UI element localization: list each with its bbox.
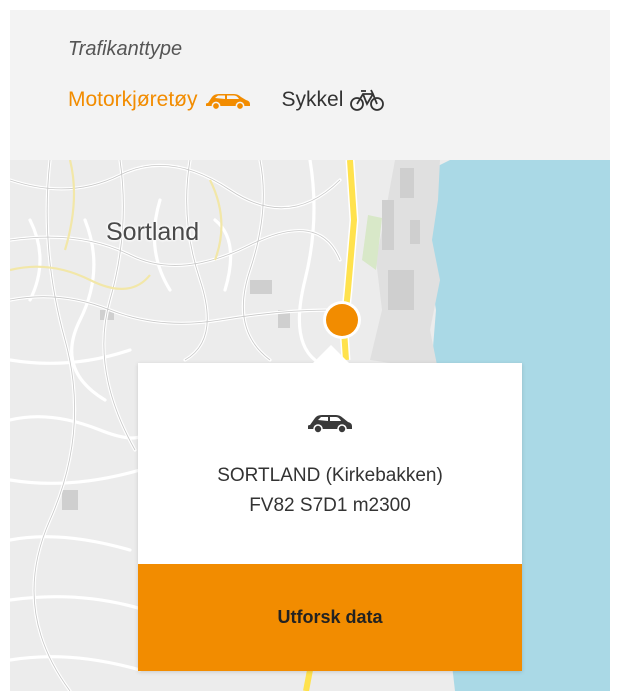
option-bicycle[interactable]: Sykkel xyxy=(282,88,386,112)
popup-pointer xyxy=(313,345,349,363)
traffic-type-options: Motorkjøretøy Sykkel xyxy=(68,88,385,112)
car-icon xyxy=(204,89,252,111)
option-label: Sykkel xyxy=(281,88,344,111)
place-label: Sortland xyxy=(106,218,200,246)
option-label: Motorkjøretøy xyxy=(68,88,198,111)
bicycle-icon xyxy=(349,88,385,112)
station-name: SORTLAND (Kirkebakken) xyxy=(217,465,443,486)
filter-label: Trafikanttype xyxy=(68,38,183,60)
station-marker[interactable] xyxy=(326,304,358,336)
station-popup: SORTLAND (Kirkebakken) FV82 S7D1 m2300 U… xyxy=(138,345,522,671)
option-motor-vehicle[interactable]: Motorkjøretøy xyxy=(68,88,252,112)
explore-data-button[interactable]: Utforsk data xyxy=(138,564,522,671)
filter-panel: Trafikanttype Motorkjøretøy Sykkel xyxy=(10,10,610,160)
station-road-reference: FV82 S7D1 m2300 xyxy=(249,495,411,516)
car-icon xyxy=(306,409,354,440)
